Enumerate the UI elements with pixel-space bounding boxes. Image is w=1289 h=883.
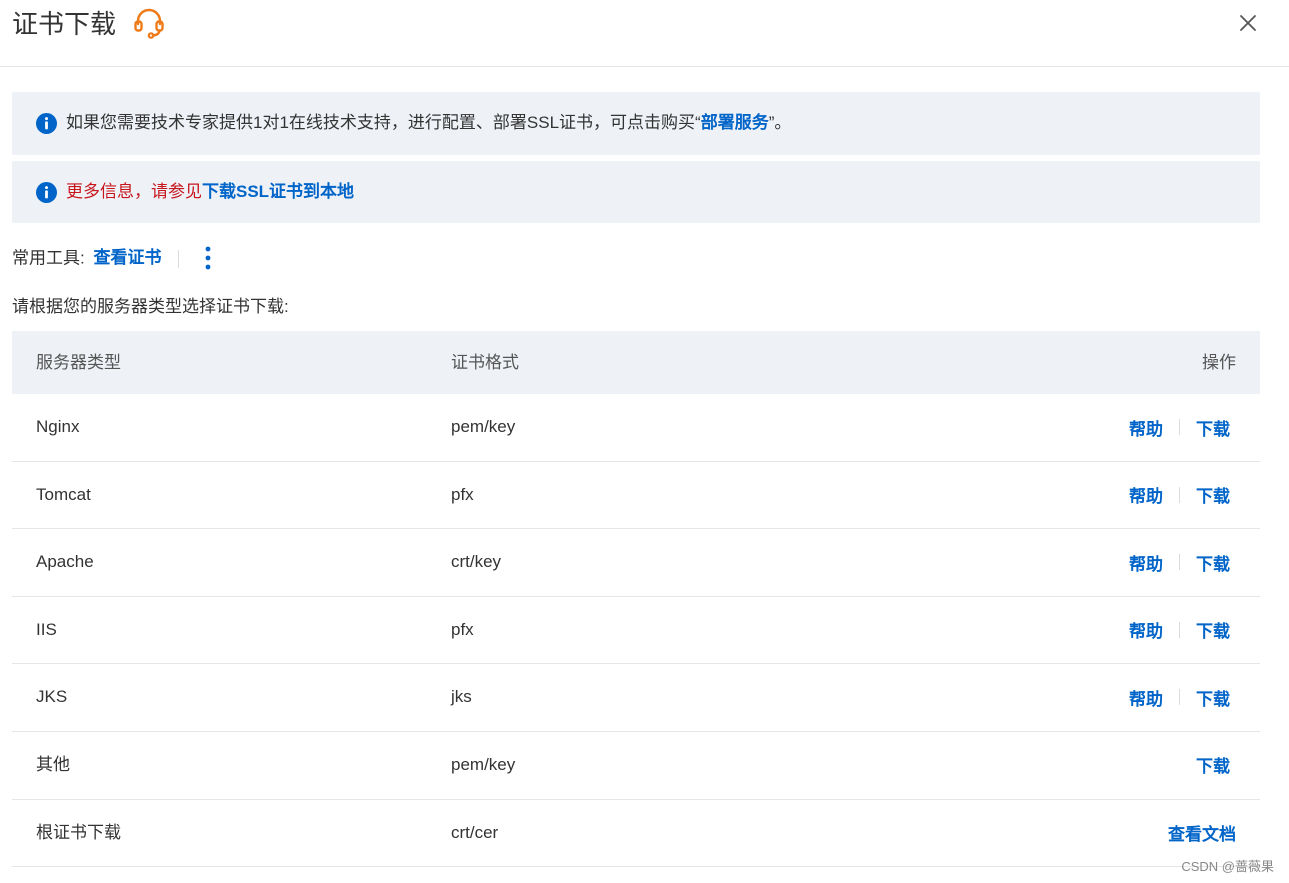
tools-label: 常用工具: bbox=[12, 248, 85, 268]
alert-text-after: ”。 bbox=[768, 113, 792, 132]
help-link[interactable]: 帮助 bbox=[1129, 550, 1163, 575]
server-type-cell: IIS bbox=[36, 619, 57, 639]
server-type-cell: JKS bbox=[36, 687, 68, 707]
table-row: Tomcat pfx 帮助 下载 bbox=[12, 462, 1260, 530]
alert-text: 更多信息，请参见下载SSL证书到本地 bbox=[66, 180, 354, 204]
download-button[interactable]: 下载 bbox=[1196, 415, 1230, 440]
headset-icon[interactable] bbox=[132, 7, 166, 39]
divider bbox=[178, 250, 180, 268]
format-cell: crt/cer bbox=[451, 822, 499, 842]
table-row: 其他 pem/key 下载 bbox=[12, 732, 1260, 800]
row-actions: 帮助 下载 bbox=[1129, 394, 1230, 460]
dialog-header: 证书下载 bbox=[0, 0, 1289, 67]
download-button[interactable]: 下载 bbox=[1196, 482, 1230, 507]
alert-text-before: 更多信息，请参见 bbox=[66, 182, 202, 201]
table-row: Nginx pem/key 帮助 下载 bbox=[12, 394, 1260, 462]
server-type-cell: 其他 bbox=[36, 754, 70, 774]
download-ssl-doc-link[interactable]: 下载SSL证书到本地 bbox=[202, 182, 354, 201]
cert-download-table: 服务器类型 证书格式 操作 Nginx pem/key 帮助 下载 Tomcat… bbox=[12, 331, 1260, 868]
info-icon bbox=[36, 113, 57, 134]
more-vertical-icon[interactable] bbox=[196, 244, 220, 274]
header-server-type: 服务器类型 bbox=[36, 353, 121, 372]
download-button[interactable]: 下载 bbox=[1196, 752, 1230, 777]
divider bbox=[1179, 554, 1180, 571]
deploy-service-link[interactable]: 部署服务 bbox=[701, 113, 769, 132]
header-format: 证书格式 bbox=[451, 353, 519, 372]
table-row: IIS pfx 帮助 下载 bbox=[12, 597, 1260, 665]
row-actions: 帮助 下载 bbox=[1129, 664, 1230, 730]
server-type-cell: 根证书下载 bbox=[36, 822, 121, 842]
select-hint: 请根据您的服务器类型选择证书下载: bbox=[12, 297, 289, 316]
row-actions: 帮助 下载 bbox=[1129, 597, 1230, 663]
divider bbox=[1179, 689, 1180, 706]
help-link[interactable]: 帮助 bbox=[1129, 685, 1163, 710]
table-row: JKS jks 帮助 下载 bbox=[12, 664, 1260, 732]
header-operations: 操作 bbox=[1202, 353, 1236, 372]
common-tools: 常用工具: 查看证书 bbox=[12, 244, 220, 274]
row-actions: 帮助 下载 bbox=[1129, 529, 1230, 595]
close-icon[interactable] bbox=[1236, 11, 1260, 35]
format-cell: crt/key bbox=[451, 552, 502, 572]
help-link[interactable]: 帮助 bbox=[1129, 482, 1163, 507]
server-type-cell: Apache bbox=[36, 552, 94, 572]
row-actions: 帮助 下载 bbox=[1129, 462, 1230, 528]
alert-more-info: 更多信息，请参见下载SSL证书到本地 bbox=[12, 161, 1260, 223]
table-row: Apache crt/key 帮助 下载 bbox=[12, 529, 1260, 597]
format-cell: pfx bbox=[451, 484, 474, 504]
view-cert-link[interactable]: 查看证书 bbox=[93, 248, 161, 267]
format-cell: pfx bbox=[451, 619, 474, 639]
server-type-cell: Tomcat bbox=[36, 484, 91, 504]
server-type-cell: Nginx bbox=[36, 417, 80, 436]
download-button[interactable]: 下载 bbox=[1196, 685, 1230, 710]
download-button[interactable]: 下载 bbox=[1196, 617, 1230, 642]
alert-text: 如果您需要技术专家提供1对1在线技术支持，进行配置、部署SSL证书，可点击购买“… bbox=[66, 111, 791, 135]
help-link[interactable]: 帮助 bbox=[1129, 617, 1163, 642]
alert-deploy-service: 如果您需要技术专家提供1对1在线技术支持，进行配置、部署SSL证书，可点击购买“… bbox=[12, 92, 1260, 155]
watermark: CSDN @蔷薇果 bbox=[1181, 859, 1274, 874]
divider bbox=[1179, 621, 1180, 638]
divider bbox=[1179, 419, 1180, 435]
format-cell: jks bbox=[451, 687, 472, 707]
divider bbox=[1179, 486, 1180, 503]
info-icon bbox=[36, 182, 57, 203]
format-cell: pem/key bbox=[451, 754, 516, 774]
download-button[interactable]: 下载 bbox=[1196, 550, 1230, 575]
alert-text-before: 如果您需要技术专家提供1对1在线技术支持，进行配置、部署SSL证书，可点击购买“ bbox=[66, 113, 701, 132]
row-actions: 下载 bbox=[1196, 732, 1230, 798]
format-cell: pem/key bbox=[451, 417, 516, 436]
table-row: 根证书下载 crt/cer 查看文档 bbox=[12, 800, 1260, 868]
view-doc-link[interactable]: 查看文档 bbox=[1168, 820, 1236, 845]
help-link[interactable]: 帮助 bbox=[1129, 415, 1163, 440]
table-header: 服务器类型 证书格式 操作 bbox=[12, 331, 1260, 394]
dialog-title: 证书下载 bbox=[12, 9, 117, 39]
